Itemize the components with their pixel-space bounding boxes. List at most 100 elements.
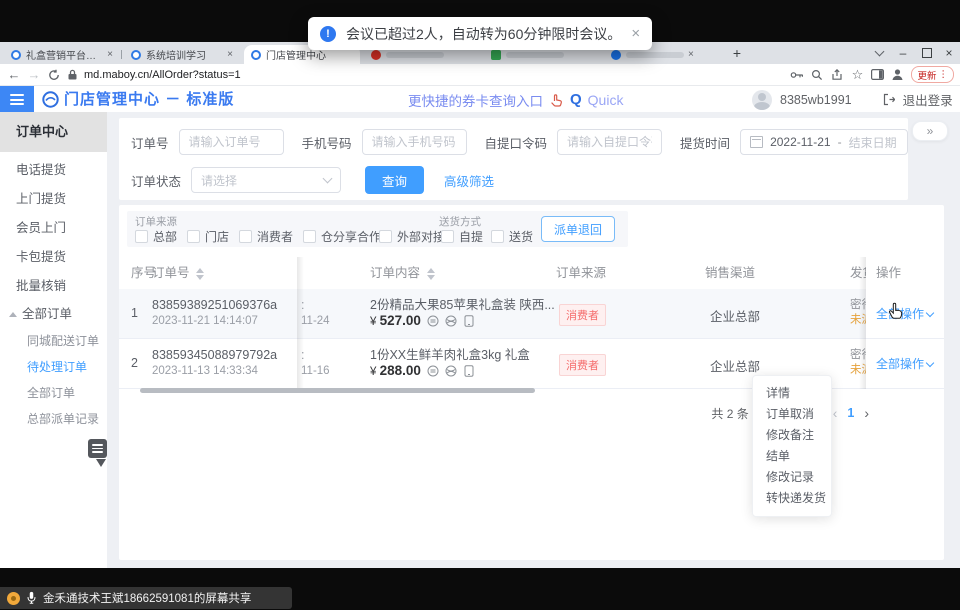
col-channel: 销售渠道 (705, 257, 755, 289)
search-button[interactable]: 查询 (365, 166, 424, 194)
sidebar-item-card-pickup[interactable]: 卡包提货 (0, 243, 107, 272)
chrome-update-button[interactable]: 更新 ⋮ (911, 66, 954, 83)
pickup-code-input[interactable] (557, 129, 662, 155)
hamburger-menu-button[interactable] (0, 86, 34, 113)
sort-icons[interactable] (427, 268, 435, 280)
reload-icon[interactable] (44, 66, 64, 84)
menu-item-edit-history[interactable]: 修改记录 (753, 467, 831, 488)
next-page-button[interactable]: › (864, 405, 869, 421)
tab-close-icon[interactable]: × (688, 50, 694, 60)
status-badge: 消费者 (559, 354, 606, 376)
toast-close-icon[interactable]: × (631, 25, 640, 42)
url-text[interactable]: md.maboy.cn/AllOrder?status=1 (84, 69, 241, 81)
sidebar-item-door-pickup[interactable]: 上门提货 (0, 185, 107, 214)
checkbox-icon[interactable] (491, 230, 504, 243)
dispatch-return-button[interactable]: 派单退回 (541, 216, 615, 242)
tab-close-icon[interactable]: × (227, 50, 233, 60)
page-title: 门店管理中心 － 标准版 (64, 86, 234, 113)
horizontal-scrollbar[interactable] (140, 388, 535, 393)
col-content[interactable]: 订单内容 (370, 257, 435, 289)
checkbox-icon[interactable] (303, 230, 316, 243)
col-source: 订单来源 (556, 257, 606, 289)
sidebar-item-all-orders[interactable]: 全部订单 (0, 380, 107, 406)
tab-label-placeholder (506, 52, 564, 58)
order-price: 527.00 (380, 313, 421, 328)
menu-item-settle[interactable]: 结单 (753, 446, 831, 467)
checkbox-self-pickup[interactable]: 自提 (441, 228, 483, 245)
receipt-icon (427, 365, 439, 377)
checkbox-consumer[interactable]: 消费者 (239, 228, 293, 245)
sidebar-item-pending-orders[interactable]: 待处理订单 (0, 354, 107, 380)
table-row[interactable]: 1 83859389251069376a 2023-11-21 14:14:07… (119, 289, 944, 339)
order-no-label: 订单号 (131, 133, 169, 152)
browser-tab-1[interactable]: 礼盒营销平台管理中心 × (4, 45, 120, 64)
checkbox-hq[interactable]: 总部 (135, 228, 177, 245)
menu-item-edit-note[interactable]: 修改备注 (753, 425, 831, 446)
user-avatar[interactable] (752, 90, 772, 110)
expand-filters-pill[interactable]: » (912, 121, 948, 141)
checkbox-icon[interactable] (187, 230, 200, 243)
app-header: 门店管理中心 － 标准版 更快捷的券卡查询入口 Q Quick 8385wb19… (0, 86, 960, 115)
sort-icons[interactable] (196, 268, 204, 280)
browser-tab-2[interactable]: 系统培训学习 × (124, 45, 240, 64)
key-icon[interactable] (787, 66, 807, 84)
order-content-cell: 1份XX生鲜羊肉礼盒3kg 礼盒 ¥ 288.00 (370, 339, 530, 380)
coupon-query-link[interactable]: 更快捷的券卡查询入口 (408, 90, 543, 110)
floating-drag-handle[interactable] (88, 439, 107, 458)
checkbox-icon[interactable] (441, 230, 454, 243)
new-tab-button[interactable]: + (726, 42, 748, 64)
checkbox-icon[interactable] (379, 230, 392, 243)
checkbox-warehouse-share[interactable]: 仓分享合作 (303, 228, 381, 245)
quick-search-label[interactable]: Quick (588, 92, 624, 108)
window-close-button[interactable]: × (938, 42, 960, 64)
sidebar-item-member-visit[interactable]: 会员上门 (0, 214, 107, 243)
phone-input[interactable] (362, 129, 467, 155)
share-icon[interactable] (827, 66, 847, 84)
globe-icon (445, 315, 457, 327)
checkbox-icon[interactable] (135, 230, 148, 243)
sidebar-group-all-orders[interactable]: 全部订单 (0, 301, 107, 328)
window-minimize-button[interactable]: – (892, 42, 914, 64)
tab-search-icon[interactable] (868, 42, 890, 64)
tab-favicon-icon (131, 50, 141, 60)
tab-favicon-icon (251, 50, 261, 60)
mouse-cursor-hand (888, 301, 905, 320)
lock-icon[interactable] (64, 66, 80, 84)
bookmark-star-icon[interactable]: ☆ (847, 66, 867, 84)
sidebar-item-phone-pickup[interactable]: 电话提货 (0, 156, 107, 185)
order-status-select[interactable]: 请选择 (191, 167, 341, 193)
pickup-time-label: 提货时间 (680, 133, 730, 152)
tab-label: 系统培训学习 (146, 47, 223, 62)
order-no-input[interactable] (179, 129, 284, 155)
order-created-time: 2023-11-13 14:33:34 (152, 363, 277, 379)
sidebar-item-city-delivery-orders[interactable]: 同城配送订单 (0, 328, 107, 354)
menu-item-switch-express[interactable]: 转快递发货 (753, 488, 831, 509)
logout-button[interactable]: 退出登录 (903, 90, 953, 109)
current-page[interactable]: 1 (847, 406, 854, 420)
zoom-icon[interactable] (807, 66, 827, 84)
forward-icon[interactable]: → (24, 66, 44, 84)
date-range-picker[interactable]: 2022-11-21 - 结束日期 (740, 129, 908, 155)
end-date-placeholder[interactable]: 结束日期 (849, 134, 897, 151)
checkbox-store[interactable]: 门店 (187, 228, 229, 245)
tab-close-icon[interactable]: × (107, 50, 113, 60)
profile-avatar-icon[interactable] (887, 66, 907, 84)
checkbox-delivery[interactable]: 送货 (491, 228, 533, 245)
back-icon[interactable]: ← (4, 66, 24, 84)
source-filter-band: 订单来源 送货方式 总部 门店 消费者 仓分享合作 外部对接 自提 送货 派单退… (127, 211, 628, 247)
window-maximize-button[interactable] (916, 42, 938, 64)
sidebar-item-batch-verify[interactable]: 批量核销 (0, 272, 107, 301)
menu-item-details[interactable]: 详情 (753, 383, 831, 404)
col-order-no[interactable]: 订单号 (152, 257, 204, 289)
side-panel-icon[interactable] (867, 66, 887, 84)
advanced-filter-link[interactable]: 高级筛选 (444, 171, 494, 190)
sidebar-item-hq-dispatch-records[interactable]: 总部派单记录 (0, 406, 107, 432)
menu-item-cancel-order[interactable]: 订单取消 (753, 404, 831, 425)
start-date-value[interactable]: 2022-11-21 (770, 135, 831, 149)
checkbox-external[interactable]: 外部对接 (379, 228, 445, 245)
all-actions-dropdown[interactable]: 全部操作 (876, 339, 933, 389)
prev-page-button[interactable]: ‹ (833, 405, 838, 421)
checkbox-icon[interactable] (239, 230, 252, 243)
search-icon[interactable]: Q (570, 91, 582, 108)
chrome-menu-dots-icon[interactable]: ⋮ (939, 69, 949, 80)
